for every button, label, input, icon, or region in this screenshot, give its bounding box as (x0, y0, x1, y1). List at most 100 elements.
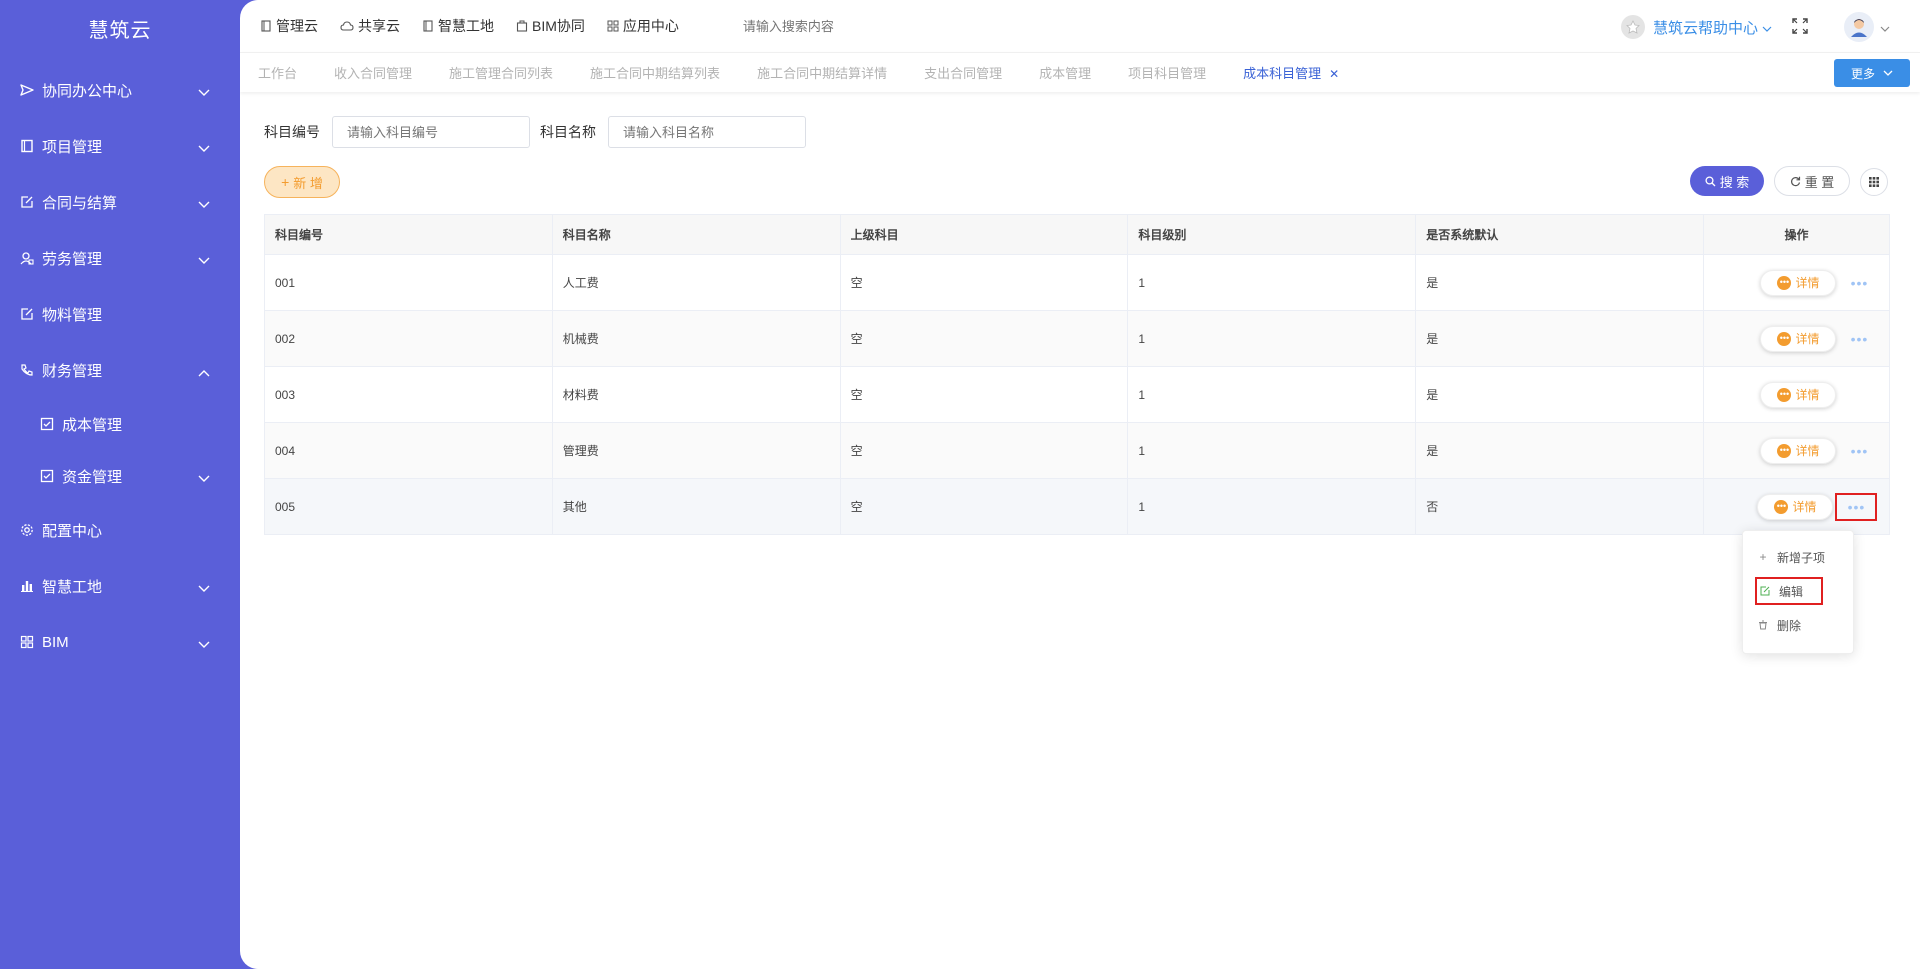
sidebar-item-label: 合同与结算 (42, 194, 118, 212)
chevron-down-icon (198, 140, 210, 157)
subject-name-input[interactable] (608, 116, 806, 148)
detail-label: 详情 (1795, 276, 1820, 290)
sidebar-item-label: 物料管理 (42, 306, 103, 324)
cell-actions: ••• 详情 ••• (1703, 422, 1891, 479)
global-search-input[interactable] (742, 18, 963, 34)
sidebar-item-smart-site[interactable]: 智慧工地 (0, 558, 240, 614)
more-tabs-button[interactable]: 更多 (1834, 59, 1910, 87)
gear-icon (20, 523, 34, 537)
cell-code: 004 (264, 422, 553, 479)
sidebar-item-bim[interactable]: BIM (0, 614, 240, 670)
sidebar-item-funds[interactable]: 资金管理 (0, 450, 240, 502)
tab-income-contract[interactable]: 收入合同管理 (316, 63, 431, 82)
cell-parent: 空 (840, 310, 1129, 367)
top-link-label: 智慧工地 (438, 18, 494, 34)
reset-button[interactable]: 重 置 (1774, 166, 1850, 196)
menu-item-delete[interactable]: 删除 (1757, 615, 1801, 635)
top-link-label: 应用中心 (622, 18, 679, 34)
menu-item-label: 编辑 (1779, 584, 1804, 599)
grid-icon (20, 635, 34, 649)
more-actions-icon[interactable]: ••• (1835, 492, 1878, 521)
subject-code-input[interactable] (332, 116, 530, 148)
help-center-link[interactable]: 慧筑云帮助中心 (1653, 17, 1758, 38)
tab-interim-settlement-detail[interactable]: 施工合同中期结算详情 (739, 63, 906, 82)
book-icon (20, 139, 34, 153)
tab-cost-subject[interactable]: 成本科目管理 ✕ (1225, 63, 1358, 82)
tab-interim-settlement-list[interactable]: 施工合同中期结算列表 (572, 63, 739, 82)
table-row: 005 其他 空 1 否 ••• 详情 ••• (264, 478, 1891, 535)
cell-parent: 空 (840, 366, 1129, 423)
detail-label: 详情 (1795, 444, 1820, 458)
tab-expense-contract[interactable]: 支出合同管理 (906, 63, 1021, 82)
tab-bar: 工作台 收入合同管理 施工管理合同列表 施工合同中期结算列表 施工合同中期结算详… (240, 52, 1920, 92)
sidebar-item-cost[interactable]: 成本管理 (0, 398, 240, 450)
detail-label: 详情 (1795, 332, 1820, 346)
sidebar-item-label: 智慧工地 (42, 578, 103, 596)
brand-logo-text: 慧筑云 (88, 20, 152, 42)
reset-label: 重 置 (1804, 174, 1835, 190)
chevron-down-icon (198, 84, 210, 101)
sidebar-item-contract[interactable]: 合同与结算 (0, 174, 240, 230)
user-badge-icon (20, 251, 34, 265)
more-actions-icon[interactable]: ••• (1844, 329, 1874, 349)
tab-project-subject[interactable]: 项目科目管理 (1110, 63, 1225, 82)
menu-item-edit[interactable]: 编辑 (1755, 577, 1823, 605)
sidebar-item-collab[interactable]: 协同办公中心 (0, 62, 240, 118)
search-button[interactable]: 搜 索 (1690, 166, 1764, 196)
sidebar-item-label: 项目管理 (42, 138, 103, 156)
send-icon (20, 83, 34, 97)
table-row: 002 机械费 空 1 是 ••• 详情 ••• (264, 310, 1891, 367)
chevron-down-icon (198, 636, 210, 653)
close-icon[interactable]: ✕ (1329, 67, 1339, 81)
detail-button[interactable]: ••• 详情 (1757, 493, 1834, 520)
cell-default: 是 (1415, 366, 1704, 423)
top-link-management-cloud[interactable]: 管理云 (260, 16, 318, 36)
sidebar-item-finance[interactable]: 财务管理 (0, 342, 240, 398)
chevron-down-icon[interactable] (1880, 20, 1890, 35)
cell-parent: 空 (840, 254, 1129, 311)
search-icon (1705, 175, 1716, 186)
book-icon (261, 20, 271, 32)
tab-construction-contract-list[interactable]: 施工管理合同列表 (431, 63, 572, 82)
detail-button[interactable]: ••• 详情 (1760, 381, 1837, 408)
chevron-down-icon (1762, 20, 1772, 35)
sidebar-item-label: 协同办公中心 (42, 82, 133, 100)
chevron-up-icon (198, 364, 210, 381)
tab-cost-management[interactable]: 成本管理 (1021, 63, 1110, 82)
sidebar-item-material[interactable]: 物料管理 (0, 286, 240, 342)
plus-icon: + (281, 174, 290, 190)
detail-button[interactable]: ••• 详情 (1760, 437, 1837, 464)
more-actions-icon[interactable]: ••• (1844, 441, 1874, 461)
sidebar-item-labor[interactable]: 劳务管理 (0, 230, 240, 286)
edit-icon (20, 307, 34, 321)
add-button[interactable]: + 新 增 (264, 166, 340, 198)
table-header-row: 科目编号 科目名称 上级科目 科目级别 是否系统默认 操作 (264, 214, 1891, 255)
fullscreen-icon[interactable] (1792, 17, 1808, 37)
menu-item-add-child[interactable]: + 新增子项 (1757, 547, 1825, 567)
cell-actions: ••• 详情 ••• (1703, 254, 1891, 311)
more-actions-icon[interactable]: ••• (1844, 273, 1874, 293)
top-link-bim[interactable]: BIM协同 (516, 16, 585, 36)
sidebar-item-label: BIM (42, 633, 69, 651)
sidebar-item-config[interactable]: 配置中心 (0, 502, 240, 558)
help-logo-icon (1620, 15, 1645, 39)
detail-button[interactable]: ••• 详情 (1760, 325, 1837, 352)
menu-item-label: 删除 (1777, 618, 1802, 633)
bar-chart-icon (20, 579, 34, 593)
top-link-label: 共享云 (358, 18, 400, 34)
column-header-name: 科目名称 (552, 214, 841, 255)
top-link-app-center[interactable]: 应用中心 (607, 16, 679, 36)
edit-icon (1759, 586, 1771, 596)
cell-level: 1 (1127, 310, 1417, 367)
sidebar-item-project[interactable]: 项目管理 (0, 118, 240, 174)
cell-name: 管理费 (552, 422, 841, 479)
avatar[interactable] (1844, 12, 1874, 42)
tab-workbench[interactable]: 工作台 (240, 63, 316, 82)
top-link-smart-site[interactable]: 智慧工地 (422, 16, 494, 36)
column-settings-button[interactable] (1860, 168, 1888, 196)
grid-icon (1869, 177, 1879, 187)
top-link-share-cloud[interactable]: 共享云 (340, 16, 400, 36)
detail-button[interactable]: ••• 详情 (1760, 269, 1837, 296)
cell-level: 1 (1127, 478, 1417, 535)
cell-actions: ••• 详情 (1703, 366, 1891, 423)
